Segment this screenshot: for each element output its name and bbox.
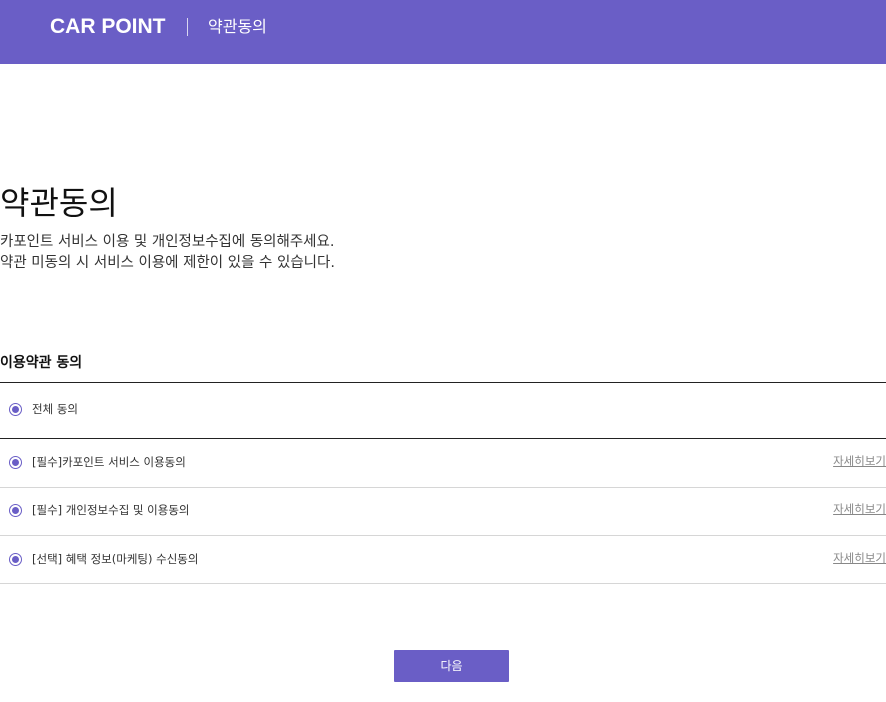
description-line-1: 카포인트 서비스 이용 및 개인정보수집에 동의해주세요. bbox=[0, 234, 335, 250]
terms-privacy-label[interactable]: [필수] 개인정보수집 및 이용동의 bbox=[32, 502, 189, 518]
row-divider bbox=[0, 583, 886, 584]
terms-row-service[interactable]: [필수]카포인트 서비스 이용동의 자세히보기 bbox=[0, 439, 886, 487]
terms-service-radio[interactable] bbox=[9, 456, 22, 469]
terms-service-detail-link[interactable]: 자세히보기 bbox=[833, 453, 886, 469]
terms-service-label[interactable]: [필수]카포인트 서비스 이용동의 bbox=[32, 454, 186, 470]
description-line-2: 약관 미동의 시 서비스 이용에 제한이 있을 수 있습니다. bbox=[0, 255, 335, 271]
brand-logo[interactable]: CAR POINT bbox=[50, 14, 166, 40]
agree-all-radio[interactable] bbox=[9, 403, 22, 416]
terms-marketing-detail-link[interactable]: 자세히보기 bbox=[833, 550, 886, 566]
header-divider bbox=[187, 18, 188, 36]
terms-privacy-radio[interactable] bbox=[9, 504, 22, 517]
next-button[interactable]: 다음 bbox=[394, 650, 509, 682]
terms-marketing-label[interactable]: [선택] 혜택 정보(마케팅) 수신동의 bbox=[32, 551, 198, 567]
app-header: CAR POINT 약관동의 bbox=[0, 0, 886, 64]
page-title: 약관동의 bbox=[0, 184, 118, 222]
section-title: 이용약관 동의 bbox=[0, 355, 83, 371]
terms-row-privacy[interactable]: [필수] 개인정보수집 및 이용동의 자세히보기 bbox=[0, 488, 886, 535]
terms-row-marketing[interactable]: [선택] 혜택 정보(마케팅) 수신동의 자세히보기 bbox=[0, 536, 886, 583]
agree-all-row[interactable]: 전체 동의 bbox=[0, 382, 886, 438]
header-title: 약관동의 bbox=[208, 17, 267, 36]
agree-all-label[interactable]: 전체 동의 bbox=[32, 401, 78, 417]
terms-marketing-radio[interactable] bbox=[9, 553, 22, 566]
terms-privacy-detail-link[interactable]: 자세히보기 bbox=[833, 501, 886, 517]
page-description: 카포인트 서비스 이용 및 개인정보수집에 동의해주세요. 약관 미동의 시 서… bbox=[0, 232, 335, 274]
